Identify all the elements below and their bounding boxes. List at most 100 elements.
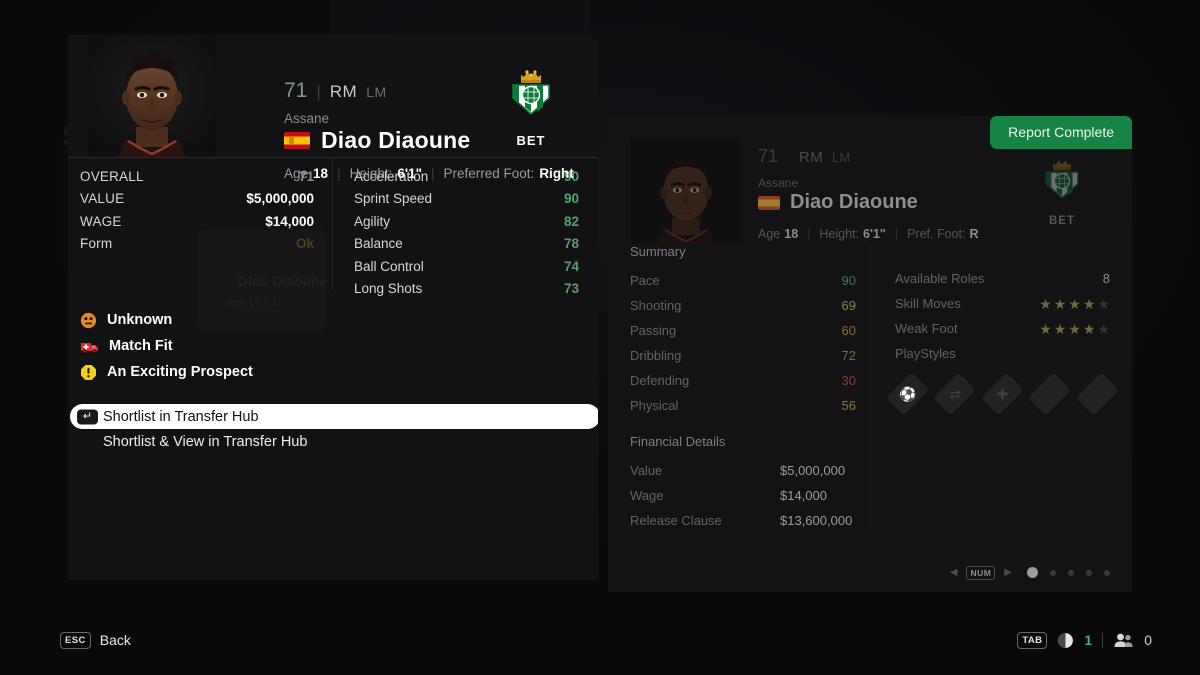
status-item-potential: An Exciting Prospect — [80, 360, 598, 384]
tab-key-icon: TAB — [1017, 631, 1048, 649]
bottom-bar-right: TAB 1 0 — [1017, 631, 1152, 649]
player-card-header: 71 | RM LM Assane Diao Diaoune Age 18 | … — [68, 35, 598, 181]
club-abbrev: BET — [1049, 215, 1075, 227]
stat-value: 90 — [563, 191, 579, 207]
star-filled: ★ — [1082, 320, 1096, 337]
height-value: 6'1" — [863, 227, 886, 241]
stat-label: Agility — [354, 213, 391, 229]
summary-row: Physical 56 — [630, 393, 856, 418]
star-filled: ★ — [1082, 295, 1096, 312]
menu-item-label: Shortlist in Transfer Hub — [103, 408, 259, 425]
player-meta-row: Age 18 | Height: 6'1" | Preferred Foot: … — [284, 166, 574, 181]
player-face-photo — [88, 35, 216, 157]
bg-blob — [620, 0, 800, 44]
summary-row: Shooting 69 — [630, 293, 856, 318]
position-primary: RM — [799, 149, 824, 166]
compare-count: 1 — [1084, 632, 1093, 649]
stat-value: 74 — [563, 258, 579, 274]
player-full-name: Diao Diaoune — [790, 191, 918, 213]
summary-label: Dribbling — [630, 348, 682, 363]
pager-dot[interactable] — [1104, 569, 1110, 576]
status-label: An Exciting Prospect — [107, 364, 253, 380]
meta-separator: | — [337, 166, 341, 181]
club-crest-block: BET — [496, 67, 566, 148]
stat-value: $5,000,000 — [246, 191, 314, 207]
playstyle-badge-filled-1[interactable]: ⚽ — [885, 372, 930, 416]
financial-value: $14,000 — [780, 488, 827, 503]
age-label: Age — [284, 166, 309, 181]
summary-label: Defending — [630, 373, 690, 388]
skill-moves-label: Skill Moves — [895, 296, 961, 311]
overall-rating: 71 — [758, 146, 779, 166]
player-status-list: Unknown Match Fit An Exciting Prospect — [68, 290, 598, 384]
pager-dots[interactable] — [1027, 567, 1110, 579]
stat-row: Agility 82 — [333, 210, 598, 233]
playstyles-row: PlayStyles — [895, 341, 1110, 366]
financial-row: Wage $14,000 — [630, 483, 856, 508]
stat-label: VALUE — [80, 191, 125, 207]
star-filled: ★ — [1053, 320, 1067, 337]
stat-label: Ball Control — [354, 258, 424, 274]
context-menu[interactable]: ↵ Shortlist in Transfer Hub Shortlist & … — [68, 404, 598, 454]
star-empty: ★ — [1097, 320, 1110, 337]
financial-row: Release Clause $13,600,000 — [630, 508, 856, 533]
status-label: Match Fit — [109, 338, 173, 354]
status-label: Unknown — [107, 312, 173, 328]
pager-dot-active[interactable] — [1027, 567, 1038, 579]
summary-value: 69 — [841, 298, 856, 313]
ghost-card-name: Diao Diaoune — [238, 273, 328, 289]
contrast-circle-icon — [1058, 632, 1074, 648]
foot-value: Right — [539, 166, 574, 181]
available-roles-value: 8 — [1102, 271, 1110, 286]
playstyle-diamond — [1075, 372, 1120, 416]
pager-dot[interactable] — [1050, 569, 1056, 576]
menu-item-shortlist-and-view[interactable]: Shortlist & View in Transfer Hub — [70, 429, 596, 454]
game-screen: SEARCH RESULTS Diao Diaoune Age 18 6'1" — [0, 0, 1200, 675]
warning-octagon-icon — [81, 364, 96, 380]
financial-label: Wage — [630, 488, 664, 503]
playstyle-diamond — [1028, 372, 1072, 416]
playstyle-badge-empty-2[interactable] — [1075, 372, 1120, 416]
position-primary: RM — [329, 82, 358, 101]
available-roles-label: Available Roles — [895, 271, 985, 286]
skill-moves-row: Skill Moves ★ ★ ★ ★ ★ — [895, 291, 1110, 316]
people-icon — [1114, 633, 1133, 648]
stat-row: Sprint Speed 90 — [333, 188, 598, 211]
playstyle-badge-empty-1[interactable] — [1028, 372, 1072, 416]
report-pager[interactable]: ◀ NUM ▶ — [950, 565, 1110, 580]
player-name-row: Diao Diaoune — [758, 191, 978, 214]
pager-right-arrow[interactable]: ▶ — [1004, 567, 1012, 578]
overall-rating: 71 — [284, 79, 308, 102]
star-filled: ★ — [1053, 295, 1067, 312]
meta-separator: | — [807, 227, 811, 241]
menu-item-shortlist[interactable]: ↵ Shortlist in Transfer Hub — [70, 404, 598, 429]
player-card-panel: Diao Diaoune Age 18 6'1" 71 | RM LM Assa… — [68, 35, 598, 580]
star-filled: ★ — [1039, 295, 1052, 312]
status-item-morale: Unknown — [80, 308, 598, 332]
pager-dot[interactable] — [1086, 569, 1092, 576]
summary-value: 72 — [841, 348, 856, 363]
summary-label: Pace — [630, 273, 660, 288]
financial-value: $13,600,000 — [780, 513, 853, 528]
pager-left-arrow[interactable]: ◀ — [950, 567, 958, 578]
squad-count: 0 — [1144, 632, 1152, 649]
foot-value: R — [969, 227, 979, 241]
ambulance-icon — [81, 342, 98, 354]
back-label[interactable]: Back — [100, 632, 131, 648]
financial-title: Financial Details — [630, 434, 726, 449]
stat-row: Balance 78 — [333, 233, 598, 256]
summary-label: Physical — [630, 398, 679, 413]
playstyle-badge-filled-2[interactable]: ⇄ — [933, 372, 977, 416]
bottom-bar-left: ESC Back — [60, 631, 131, 649]
attributes-column: Available Roles 8 Skill Moves ★ ★ ★ ★ ★ Weak… — [870, 244, 1120, 533]
pager-dot[interactable] — [1068, 569, 1074, 576]
stat-label: Balance — [354, 236, 403, 252]
stat-value: $14,000 — [265, 213, 314, 229]
player-full-name: Diao Diaoune — [321, 127, 471, 153]
stat-value: 73 — [563, 281, 579, 297]
playstyle-badge-filled-3[interactable]: ✚ — [980, 372, 1025, 416]
stat-label: Sprint Speed — [354, 191, 433, 207]
summary-title: Summary — [630, 244, 686, 259]
summary-row: Passing 60 — [630, 318, 856, 343]
